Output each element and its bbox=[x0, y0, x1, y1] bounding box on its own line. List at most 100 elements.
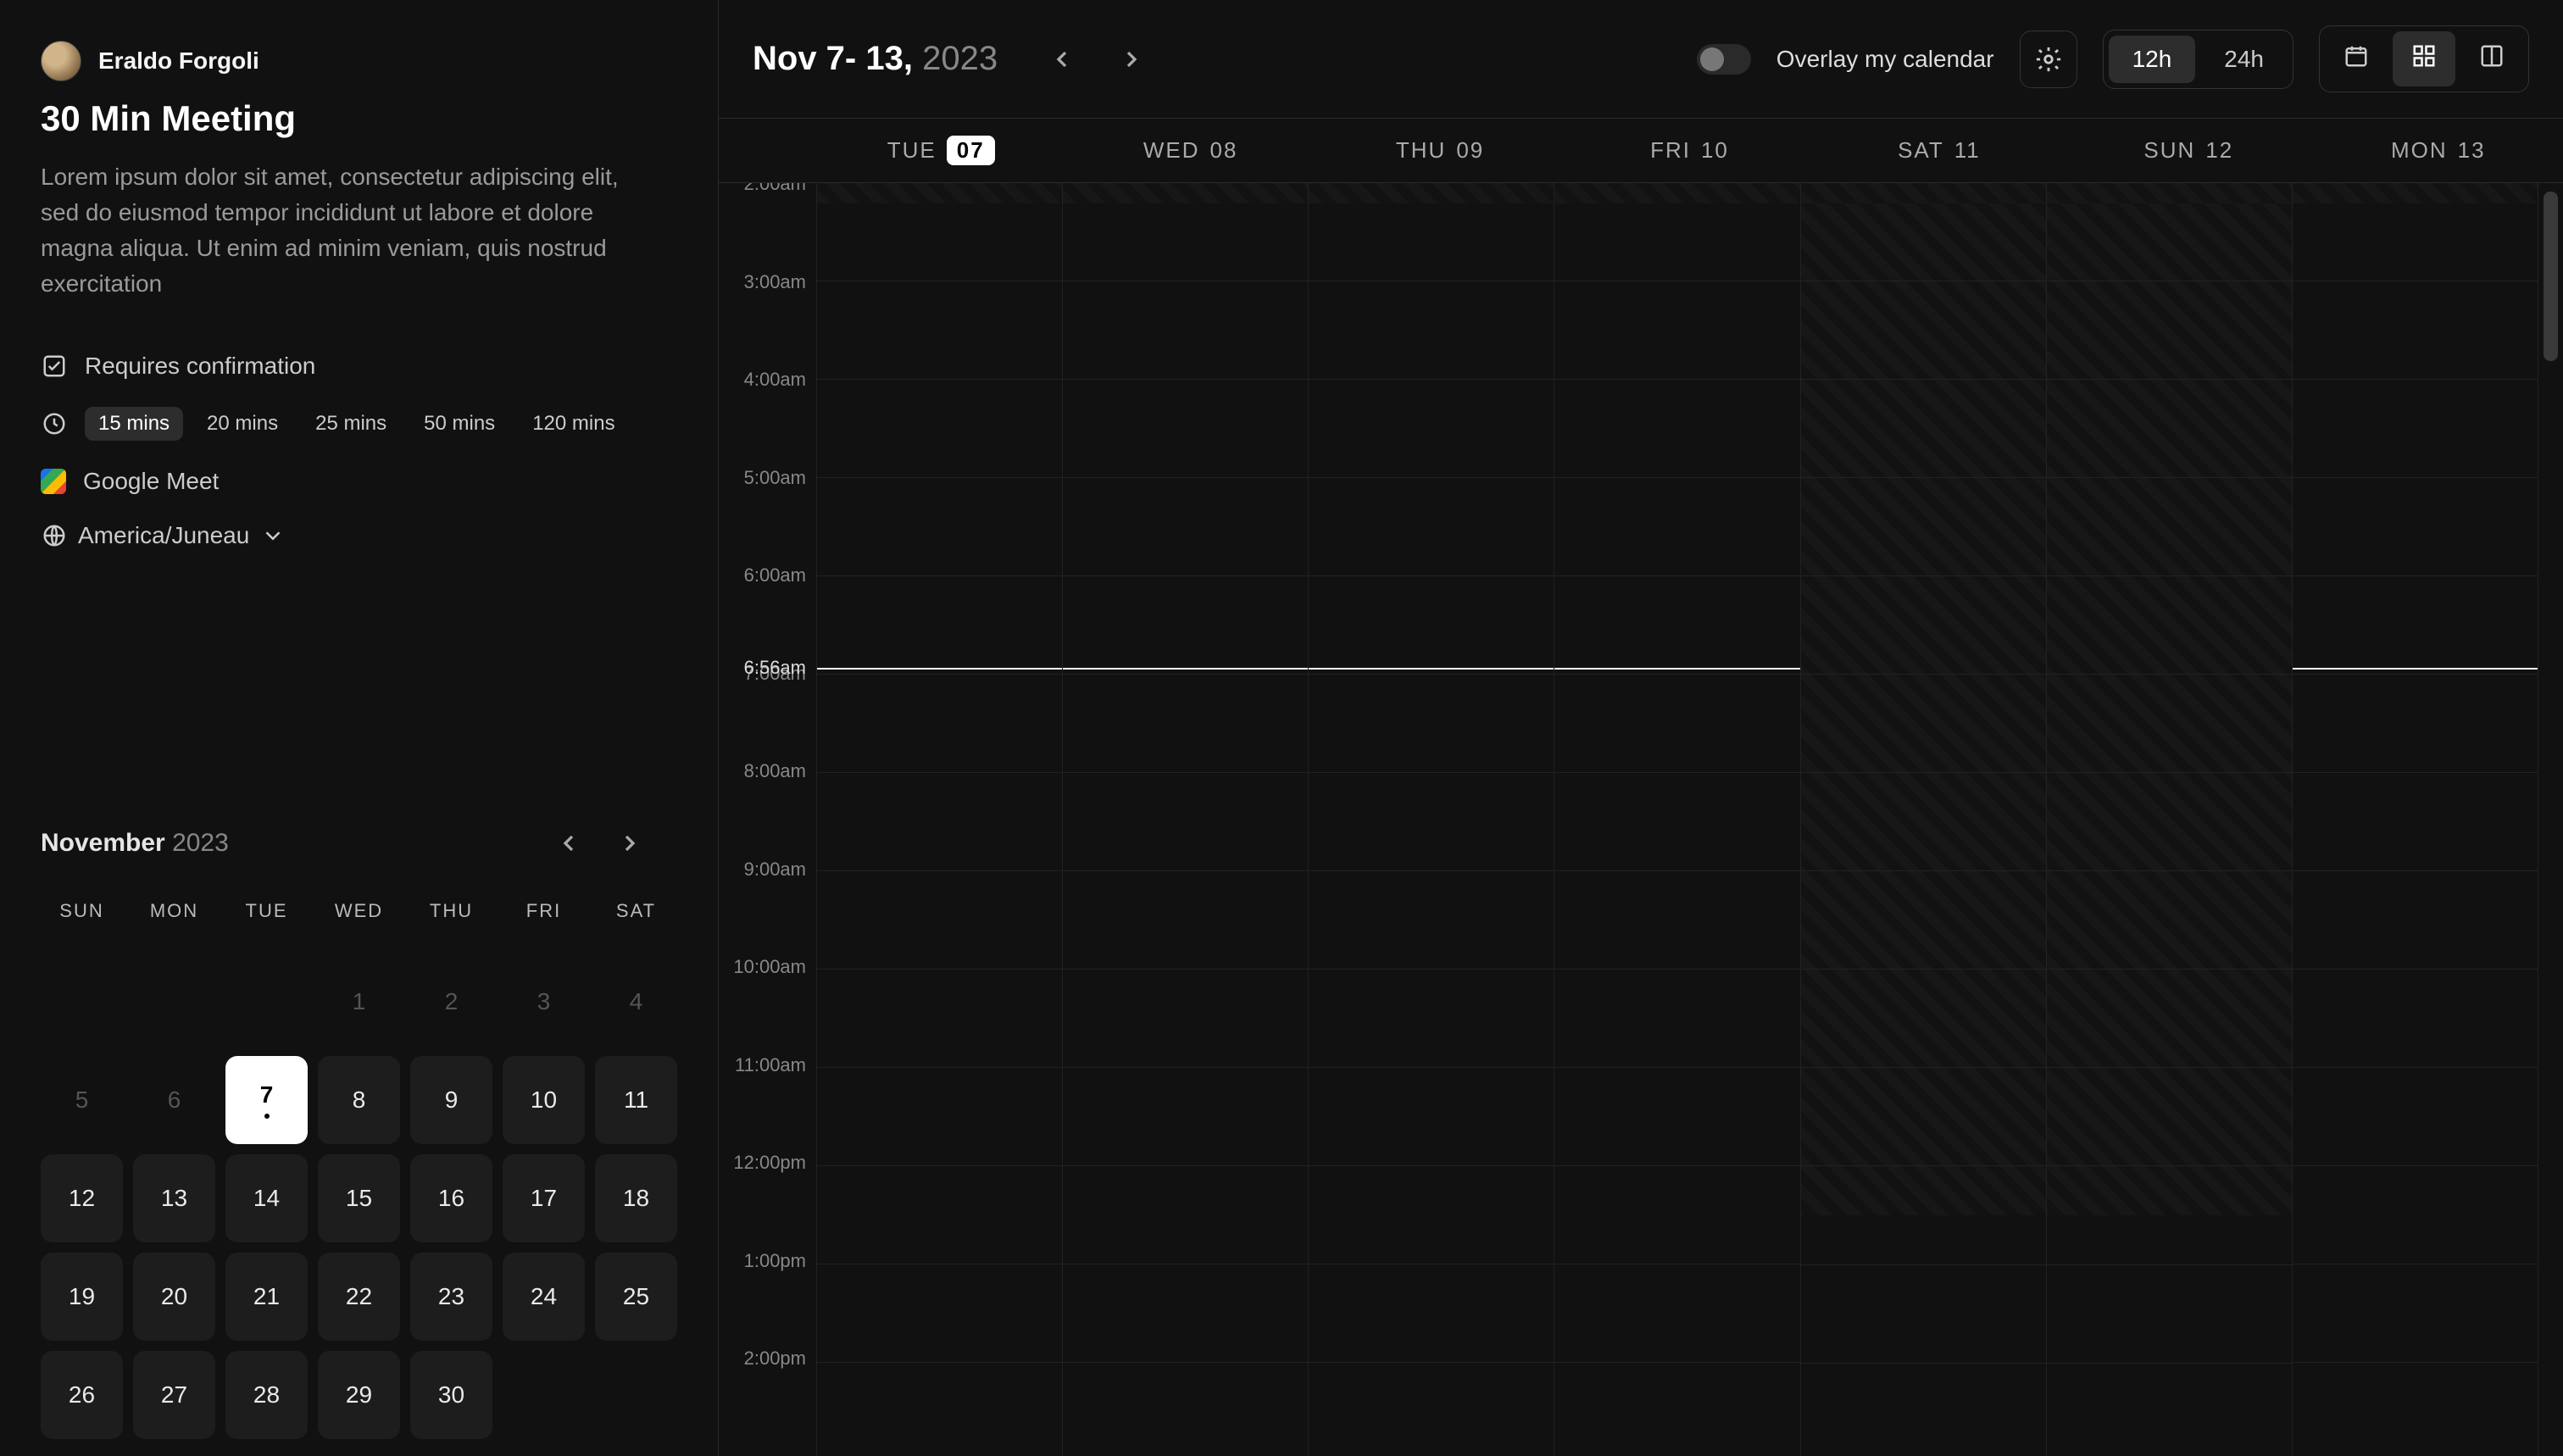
mini-cal-day[interactable]: 28 bbox=[225, 1351, 308, 1439]
time-slot[interactable] bbox=[1801, 871, 2046, 970]
time-slot[interactable] bbox=[1063, 1068, 1308, 1166]
time-slot[interactable] bbox=[1309, 871, 1554, 970]
time-slot[interactable] bbox=[817, 478, 1062, 576]
time-slot[interactable] bbox=[1554, 1363, 1799, 1456]
time-slot[interactable] bbox=[1801, 773, 2046, 871]
settings-button[interactable] bbox=[2020, 31, 2077, 88]
mini-cal-day[interactable]: 10 bbox=[503, 1056, 585, 1144]
time-slot[interactable] bbox=[2047, 871, 2292, 970]
time-slot[interactable] bbox=[817, 380, 1062, 478]
time-slot[interactable] bbox=[2047, 478, 2292, 576]
time-slot[interactable] bbox=[817, 281, 1062, 380]
time-slot[interactable] bbox=[2293, 380, 2538, 478]
mini-cal-day[interactable]: 21 bbox=[225, 1253, 308, 1341]
mini-cal-day[interactable]: 25 bbox=[595, 1253, 677, 1341]
day-column[interactable] bbox=[1554, 183, 1799, 1456]
time-slot[interactable] bbox=[1063, 1264, 1308, 1363]
mini-cal-day[interactable]: 13 bbox=[133, 1154, 215, 1242]
time-slot[interactable] bbox=[817, 970, 1062, 1068]
time-slot[interactable] bbox=[1554, 281, 1799, 380]
time-slot[interactable] bbox=[1309, 1166, 1554, 1264]
mini-cal-day[interactable]: 20 bbox=[133, 1253, 215, 1341]
day-column[interactable] bbox=[1800, 183, 2046, 1456]
mini-cal-day[interactable]: 27 bbox=[133, 1351, 215, 1439]
time-slot[interactable] bbox=[1063, 281, 1308, 380]
mini-cal-next[interactable] bbox=[616, 830, 643, 857]
time-slot[interactable] bbox=[1063, 478, 1308, 576]
time-slot[interactable] bbox=[2047, 773, 2292, 871]
day-column[interactable] bbox=[816, 183, 1062, 1456]
mini-cal-day[interactable]: 30 bbox=[410, 1351, 492, 1439]
time-slot[interactable] bbox=[1554, 871, 1799, 970]
mini-cal-day[interactable]: 18 bbox=[595, 1154, 677, 1242]
view-calendar[interactable] bbox=[2325, 31, 2388, 86]
time-slot[interactable] bbox=[1309, 281, 1554, 380]
time-slot[interactable] bbox=[2047, 281, 2292, 380]
duration-option[interactable]: 25 mins bbox=[302, 407, 400, 441]
time-slot[interactable] bbox=[1801, 675, 2046, 773]
time-slot[interactable] bbox=[1063, 380, 1308, 478]
time-slot[interactable] bbox=[1554, 1068, 1799, 1166]
time-slot[interactable] bbox=[1554, 970, 1799, 1068]
time-slot[interactable] bbox=[817, 773, 1062, 871]
mini-cal-day[interactable]: 19 bbox=[41, 1253, 123, 1341]
mini-cal-prev[interactable] bbox=[555, 830, 582, 857]
time-slot[interactable] bbox=[1063, 871, 1308, 970]
time-slot[interactable] bbox=[1801, 380, 2046, 478]
time-slot[interactable] bbox=[2293, 871, 2538, 970]
time-slot[interactable] bbox=[1309, 773, 1554, 871]
time-slot[interactable] bbox=[1554, 773, 1799, 871]
time-slot[interactable] bbox=[1309, 675, 1554, 773]
time-slot[interactable] bbox=[2293, 281, 2538, 380]
mini-cal-day[interactable]: 22 bbox=[318, 1253, 400, 1341]
time-slot[interactable] bbox=[1063, 1166, 1308, 1264]
time-slot[interactable] bbox=[1309, 1363, 1554, 1456]
week-next[interactable] bbox=[1118, 46, 1145, 73]
duration-option[interactable]: 120 mins bbox=[519, 407, 628, 441]
time-slot[interactable] bbox=[2293, 1166, 2538, 1264]
time-slot[interactable] bbox=[2293, 970, 2538, 1068]
time-slot[interactable] bbox=[2047, 1068, 2292, 1166]
week-prev[interactable] bbox=[1048, 46, 1076, 73]
duration-option[interactable]: 20 mins bbox=[193, 407, 292, 441]
time-slot[interactable] bbox=[1063, 773, 1308, 871]
time-slot[interactable] bbox=[817, 871, 1062, 970]
mini-cal-day[interactable]: 26 bbox=[41, 1351, 123, 1439]
time-slot[interactable] bbox=[1801, 970, 2046, 1068]
time-slot[interactable] bbox=[2293, 576, 2538, 675]
time-slot[interactable] bbox=[2047, 970, 2292, 1068]
time-slot[interactable] bbox=[1554, 478, 1799, 576]
time-slot[interactable] bbox=[817, 1068, 1062, 1166]
time-slot[interactable] bbox=[2293, 1363, 2538, 1456]
timezone-picker[interactable]: America/Juneau bbox=[41, 522, 677, 549]
format-12h[interactable]: 12h bbox=[2109, 36, 2196, 83]
duration-option[interactable]: 50 mins bbox=[410, 407, 509, 441]
time-slot[interactable] bbox=[1309, 380, 1554, 478]
format-24h[interactable]: 24h bbox=[2200, 36, 2288, 83]
time-slot[interactable] bbox=[817, 576, 1062, 675]
time-slot[interactable] bbox=[1801, 1068, 2046, 1166]
time-slot[interactable] bbox=[2293, 478, 2538, 576]
time-slot[interactable] bbox=[1063, 1363, 1308, 1456]
time-slot[interactable] bbox=[2047, 576, 2292, 675]
time-slot[interactable] bbox=[1554, 1166, 1799, 1264]
day-column[interactable] bbox=[2292, 183, 2538, 1456]
overlay-toggle[interactable] bbox=[1697, 44, 1751, 75]
mini-cal-day[interactable]: 7 bbox=[225, 1056, 308, 1144]
time-slot[interactable] bbox=[1554, 380, 1799, 478]
mini-cal-day[interactable]: 15 bbox=[318, 1154, 400, 1242]
view-grid[interactable] bbox=[2393, 31, 2455, 86]
time-slot[interactable] bbox=[817, 1363, 1062, 1456]
time-slot[interactable] bbox=[1801, 281, 2046, 380]
time-slot[interactable] bbox=[817, 675, 1062, 773]
time-slot[interactable] bbox=[1801, 576, 2046, 675]
vertical-scrollbar[interactable] bbox=[2538, 183, 2563, 1456]
time-slot[interactable] bbox=[2293, 773, 2538, 871]
time-slot[interactable] bbox=[1309, 576, 1554, 675]
mini-cal-day[interactable]: 24 bbox=[503, 1253, 585, 1341]
time-slot[interactable] bbox=[817, 1166, 1062, 1264]
time-slot[interactable] bbox=[1309, 970, 1554, 1068]
time-slot[interactable] bbox=[817, 1264, 1062, 1363]
mini-cal-day[interactable]: 23 bbox=[410, 1253, 492, 1341]
duration-option[interactable]: 15 mins bbox=[85, 407, 183, 441]
